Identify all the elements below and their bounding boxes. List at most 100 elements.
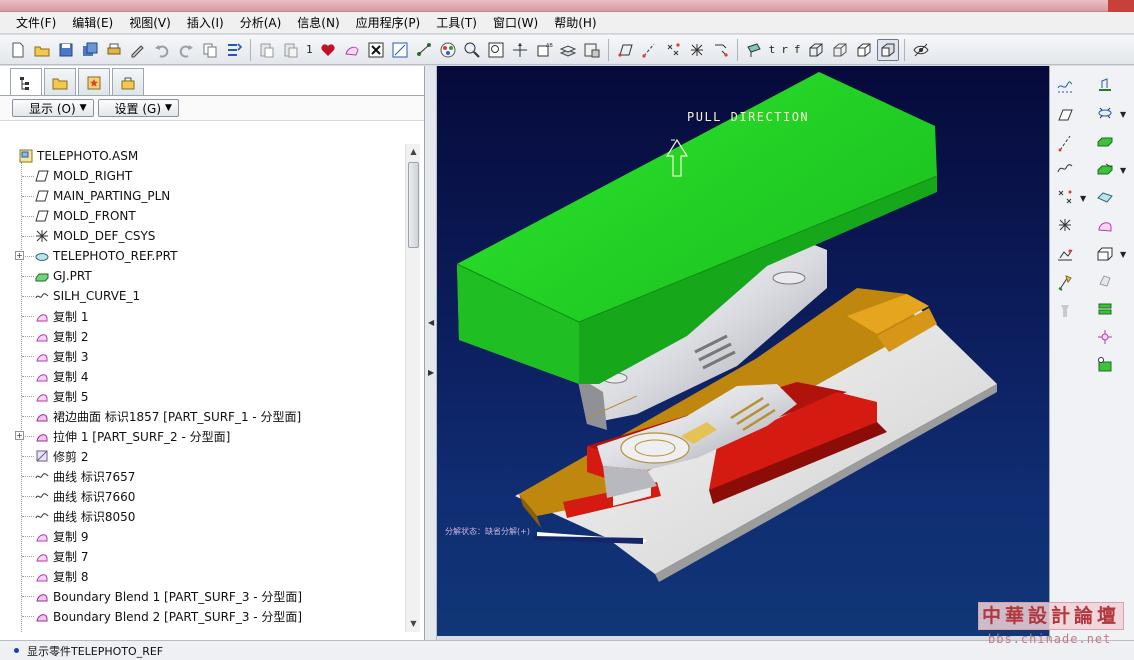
skirt-surface-icon[interactable] bbox=[1094, 214, 1116, 236]
datum-curve-icon[interactable] bbox=[1054, 158, 1076, 180]
hidden-line-icon[interactable] bbox=[829, 39, 851, 61]
menu-item[interactable]: 文件(F) bbox=[8, 13, 64, 33]
tree-item[interactable]: 复制 9 bbox=[12, 526, 406, 546]
saved-views-icon[interactable]: AB bbox=[533, 39, 555, 61]
zoom-in-icon[interactable] bbox=[461, 39, 483, 61]
wireframe-icon[interactable] bbox=[805, 39, 827, 61]
volume-split-icon[interactable] bbox=[1094, 242, 1116, 264]
tree-scrollbar[interactable]: ▲ ▼ bbox=[405, 144, 420, 632]
datum-plane-icon[interactable] bbox=[1054, 104, 1076, 126]
csys-icon[interactable] bbox=[1054, 214, 1076, 236]
tree-item[interactable]: 复制 7 bbox=[12, 546, 406, 566]
datum-axis-icon[interactable] bbox=[1054, 132, 1076, 154]
shading-icon[interactable] bbox=[876, 38, 899, 61]
appearance-icon[interactable] bbox=[437, 39, 459, 61]
tab-model-tree[interactable] bbox=[10, 68, 42, 96]
expand-right-icon[interactable]: ▶ bbox=[428, 368, 434, 377]
draft-icon[interactable] bbox=[1054, 300, 1076, 322]
collapse-left-icon[interactable]: ◀ bbox=[428, 318, 434, 327]
datum-point-display-icon[interactable] bbox=[662, 39, 684, 61]
tab-folder-browser[interactable] bbox=[44, 68, 76, 96]
shrinkage-icon[interactable] bbox=[1094, 158, 1116, 180]
cavity-layout-icon[interactable] bbox=[1094, 326, 1116, 348]
datum-point-icon[interactable] bbox=[1054, 186, 1076, 208]
scroll-down-icon[interactable]: ▼ bbox=[406, 616, 421, 632]
reference-model-icon[interactable] bbox=[1094, 102, 1116, 124]
tree-item[interactable]: 曲线 标识8050 bbox=[12, 506, 406, 526]
save-icon[interactable] bbox=[55, 39, 77, 61]
paste-icon[interactable] bbox=[256, 39, 278, 61]
tree-item[interactable]: 复制 5 bbox=[12, 386, 406, 406]
mold-opening-icon[interactable] bbox=[1094, 298, 1116, 320]
menu-item[interactable]: 应用程序(P) bbox=[348, 13, 429, 33]
tree-item[interactable]: SILH_CURVE_1 bbox=[12, 286, 406, 306]
sketch-icon[interactable] bbox=[413, 39, 435, 61]
tree-item[interactable]: Boundary Blend 1 [PART_SURF_3 - 分型面] bbox=[12, 586, 406, 606]
workpiece-icon[interactable] bbox=[1094, 130, 1116, 152]
analysis-feature-icon[interactable] bbox=[1054, 244, 1076, 266]
print-icon[interactable] bbox=[103, 39, 125, 61]
menu-item[interactable]: 插入(I) bbox=[179, 13, 232, 33]
view-letter-r[interactable]: r bbox=[778, 43, 791, 56]
tab-connections[interactable] bbox=[112, 68, 144, 96]
zoom-window-icon[interactable] bbox=[389, 39, 411, 61]
view-letter-f[interactable]: f bbox=[791, 43, 804, 56]
tree-item[interactable]: 复制 4 bbox=[12, 366, 406, 386]
copy-icon[interactable] bbox=[199, 39, 221, 61]
menu-item[interactable]: 分析(A) bbox=[232, 13, 290, 33]
expand-icon[interactable]: + bbox=[15, 431, 24, 440]
heart-icon[interactable] bbox=[317, 39, 339, 61]
chevron-down-icon[interactable]: ▼ bbox=[1080, 194, 1086, 203]
undo-icon[interactable] bbox=[151, 39, 173, 61]
tree-item[interactable]: 曲线 标识7657 bbox=[12, 466, 406, 486]
new-file-icon[interactable] bbox=[7, 39, 29, 61]
close-window-icon[interactable] bbox=[365, 39, 387, 61]
scroll-up-icon[interactable]: ▲ bbox=[406, 144, 421, 160]
edit-definition-icon[interactable] bbox=[127, 39, 149, 61]
surface-icon[interactable] bbox=[341, 39, 363, 61]
menu-item[interactable]: 帮助(H) bbox=[546, 13, 604, 33]
parting-surface-icon[interactable] bbox=[1094, 186, 1116, 208]
show-dropdown[interactable]: 显示 (O) ▼ bbox=[12, 99, 94, 117]
tab-favorites[interactable] bbox=[78, 68, 110, 96]
tree-item[interactable]: MOLD_RIGHT bbox=[12, 166, 406, 186]
tree-item[interactable]: MOLD_DEF_CSYS bbox=[12, 226, 406, 246]
tree-item[interactable]: 复制 8 bbox=[12, 566, 406, 586]
view-letter-t[interactable]: t bbox=[766, 43, 779, 56]
menu-item[interactable]: 视图(V) bbox=[121, 13, 179, 33]
scrollbar-thumb[interactable] bbox=[408, 162, 419, 248]
mold-component-icon[interactable] bbox=[1094, 354, 1116, 376]
view-manager-icon[interactable] bbox=[581, 39, 603, 61]
tree-item[interactable]: 复制 1 bbox=[12, 306, 406, 326]
hide-icon[interactable] bbox=[910, 39, 932, 61]
window-close-button[interactable] bbox=[1108, 0, 1134, 12]
redo-icon[interactable] bbox=[175, 39, 197, 61]
tree-item[interactable]: 复制 3 bbox=[12, 346, 406, 366]
datum-axis-display-icon[interactable] bbox=[638, 39, 660, 61]
extract-component-icon[interactable] bbox=[1094, 270, 1116, 292]
datum-plane-display-icon[interactable] bbox=[614, 39, 636, 61]
menu-item[interactable]: 编辑(E) bbox=[64, 13, 121, 33]
chevron-down-icon[interactable]: ▼ bbox=[1120, 110, 1126, 119]
tree-item[interactable]: MOLD_FRONT bbox=[12, 206, 406, 226]
tree-item[interactable]: Boundary Blend 2 [PART_SURF_3 - 分型面] bbox=[12, 606, 406, 626]
menu-item[interactable]: 窗口(W) bbox=[485, 13, 546, 33]
no-hidden-icon[interactable] bbox=[853, 39, 875, 61]
mold-analysis-icon[interactable] bbox=[1054, 272, 1076, 294]
tree-item[interactable]: 曲线 标识7660 bbox=[12, 486, 406, 506]
menu-item[interactable]: 工具(T) bbox=[428, 13, 485, 33]
panel-splitter[interactable]: ◀ ▶ bbox=[425, 66, 437, 640]
chevron-down-icon[interactable]: ▼ bbox=[1120, 250, 1126, 259]
mold-wizard-icon[interactable] bbox=[1094, 74, 1116, 96]
tree-item[interactable]: GJ.PRT bbox=[12, 266, 406, 286]
graphics-window[interactable]: PULL DIRECTION 分解状态：缺省分解(+) bbox=[437, 66, 1049, 636]
save-copy-icon[interactable] bbox=[79, 39, 101, 61]
csys-display-icon[interactable] bbox=[686, 39, 708, 61]
spin-center-icon[interactable] bbox=[743, 39, 765, 61]
chevron-down-icon[interactable]: ▼ bbox=[1120, 166, 1126, 175]
menu-item[interactable]: 信息(N) bbox=[289, 13, 347, 33]
settings-dropdown[interactable]: 设置 (G) ▼ bbox=[97, 99, 179, 117]
tree-item[interactable]: MAIN_PARTING_PLN bbox=[12, 186, 406, 206]
annotation-display-icon[interactable] bbox=[710, 39, 732, 61]
regenerate-icon[interactable] bbox=[223, 39, 245, 61]
